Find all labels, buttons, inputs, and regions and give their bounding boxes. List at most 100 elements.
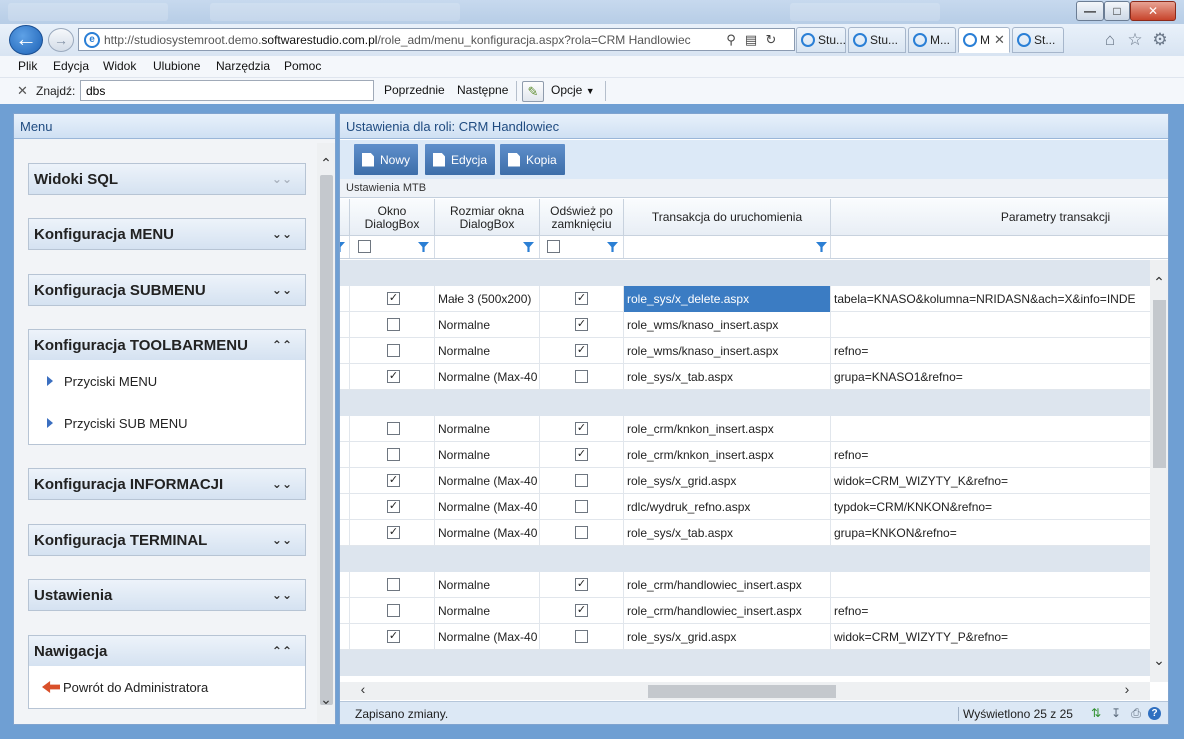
cell-transakcja[interactable]: role_wms/knaso_insert.aspx	[624, 338, 831, 364]
url-text[interactable]: http://studiosystemroot.demo.softwarestu…	[104, 33, 719, 47]
accordion-link[interactable]: Powrót do Administratora	[29, 666, 305, 708]
cell-checkbox[interactable]: ✓	[575, 422, 588, 435]
browser-tab[interactable]: M ✕	[958, 27, 1010, 53]
cell-checkbox[interactable]: ✓	[387, 526, 400, 539]
cell-transakcja[interactable]: role_crm/knkon_insert.aspx	[624, 442, 831, 468]
cell-checkbox[interactable]: ✓	[575, 578, 588, 591]
cell-parametry[interactable]: grupa=KNASO1&refno=	[831, 364, 1150, 390]
menu-item[interactable]: Narzędzia	[216, 59, 270, 73]
cell-transakcja[interactable]: role_crm/handlowiec_insert.aspx	[624, 572, 831, 598]
cell-checkbox[interactable]: ✓	[387, 630, 400, 643]
cell-parametry[interactable]: refno=	[831, 442, 1150, 468]
chevron-right-icon[interactable]: ›	[1118, 681, 1136, 697]
cell-checkbox[interactable]	[387, 344, 400, 357]
cell-checkbox[interactable]	[387, 318, 400, 331]
cell-rozmiar[interactable]: Normalne (Max-40	[435, 364, 540, 390]
accordion-header[interactable]: Widoki SQL ⌄⌄	[29, 164, 305, 194]
menu-item[interactable]: Pomoc	[284, 59, 321, 73]
close-icon[interactable]: ✕	[17, 83, 28, 99]
accordion-header[interactable]: Konfiguracja TERMINAL ⌄⌄	[29, 525, 305, 555]
cell-transakcja[interactable]: role_sys/x_grid.aspx	[624, 624, 831, 650]
table-row[interactable]: ✓ Normalne (Max-40 role_sys/x_tab.aspx grup…	[340, 520, 1150, 546]
filter-icon[interactable]	[418, 242, 429, 252]
cell-transakcja[interactable]: role_sys/x_tab.aspx	[624, 364, 831, 390]
accordion-header[interactable]: Konfiguracja INFORMACJI ⌄⌄	[29, 469, 305, 499]
table-row[interactable]: ✓ Normalne (Max-40 rdlc/wydruk_refno.aspx t…	[340, 494, 1150, 520]
compat-view-icon[interactable]: ▤	[743, 32, 759, 48]
edit-button[interactable]: Edycja	[425, 144, 496, 175]
menu-item[interactable]: Plik	[18, 59, 37, 73]
accordion-header[interactable]: Konfiguracja TOOLBARMENU ⌃⌃	[29, 330, 305, 360]
find-next-button[interactable]: Następne	[457, 83, 508, 97]
scrollbar-thumb[interactable]	[648, 685, 836, 698]
filter-okno-checkbox[interactable]	[358, 240, 371, 253]
cell-checkbox[interactable]	[387, 422, 400, 435]
cell-transakcja[interactable]: role_sys/x_tab.aspx	[624, 520, 831, 546]
cell-rozmiar[interactable]: Normalne	[435, 416, 540, 442]
cell-checkbox[interactable]	[575, 370, 588, 383]
grid-vertical-scrollbar[interactable]: ⌃ ⌄	[1150, 260, 1168, 682]
table-row[interactable]: Normalne ✓ role_wms/knaso_insert.aspx	[340, 312, 1150, 338]
accordion-header[interactable]: Konfiguracja SUBMENU ⌄⌄	[29, 275, 305, 305]
cell-parametry[interactable]: widok=CRM_WIZYTY_P&refno=	[831, 624, 1150, 650]
filter-odswiez-checkbox[interactable]	[547, 240, 560, 253]
maximize-button[interactable]: □	[1104, 1, 1130, 21]
browser-tab[interactable]: St...	[1012, 27, 1064, 53]
scrollbar-thumb[interactable]	[1153, 300, 1166, 468]
cell-checkbox[interactable]: ✓	[575, 292, 588, 305]
cell-transakcja[interactable]: role_wms/knaso_insert.aspx	[624, 312, 831, 338]
cell-rozmiar[interactable]: Normalne (Max-40	[435, 624, 540, 650]
cell-checkbox[interactable]	[387, 578, 400, 591]
menu-item[interactable]: Ulubione	[153, 59, 200, 73]
cell-rozmiar[interactable]: Normalne	[435, 312, 540, 338]
cell-parametry[interactable]: grupa=KNKON&refno=	[831, 520, 1150, 546]
table-row[interactable]: ✓ Normalne (Max-40 role_sys/x_grid.aspx wid…	[340, 624, 1150, 650]
chevron-up-icon[interactable]: ⌃	[317, 155, 335, 172]
table-row[interactable]: Normalne ✓ role_crm/handlowiec_insert.aspx	[340, 572, 1150, 598]
cell-parametry[interactable]: refno=	[831, 598, 1150, 624]
cell-checkbox[interactable]: ✓	[575, 604, 588, 617]
cell-parametry[interactable]: tabela=KNASO&kolumna=NRIDASN&ach=X&info=…	[831, 286, 1150, 312]
cell-checkbox[interactable]: ✓	[575, 318, 588, 331]
header-odswiez[interactable]: Odśwież po zamknięciu	[540, 199, 624, 235]
browser-tab[interactable]: M...	[908, 27, 956, 53]
accordion-header[interactable]: Ustawienia ⌄⌄	[29, 580, 305, 610]
cell-transakcja[interactable]: role_crm/knkon_insert.aspx	[624, 416, 831, 442]
cell-parametry[interactable]: widok=CRM_WIZYTY_K&refno=	[831, 468, 1150, 494]
filter-parametry[interactable]	[831, 236, 1168, 258]
cell-transakcja[interactable]: role_sys/x_grid.aspx	[624, 468, 831, 494]
cell-rozmiar[interactable]: Normalne	[435, 442, 540, 468]
accordion-header[interactable]: Konfiguracja MENU ⌄⌄	[29, 219, 305, 249]
filter-rozmiar[interactable]	[435, 236, 540, 258]
cell-parametry[interactable]: refno=	[831, 338, 1150, 364]
header-transakcja[interactable]: Transakcja do uruchomienia	[624, 199, 831, 235]
accordion-link[interactable]: Przyciski SUB MENU	[29, 402, 305, 444]
chevron-down-icon[interactable]: ⌄	[317, 691, 335, 708]
header-rozmiar[interactable]: Rozmiar okna DialogBox	[435, 199, 540, 235]
cell-checkbox[interactable]	[575, 526, 588, 539]
cell-checkbox[interactable]	[387, 604, 400, 617]
scrollbar-thumb[interactable]	[320, 175, 333, 705]
refresh-icon[interactable]: ↻	[763, 32, 779, 48]
cell-checkbox[interactable]	[575, 474, 588, 487]
new-button[interactable]: Nowy	[354, 144, 419, 175]
table-row[interactable]: ✓ Normalne (Max-40 role_sys/x_tab.aspx grup…	[340, 364, 1150, 390]
chevron-left-icon[interactable]: ‹	[354, 681, 372, 697]
cell-parametry[interactable]: typdok=CRM/KNKON&refno=	[831, 494, 1150, 520]
minimize-button[interactable]: —	[1076, 1, 1104, 21]
cell-checkbox[interactable]: ✓	[387, 500, 400, 513]
cell-transakcja[interactable]: role_crm/handlowiec_insert.aspx	[624, 598, 831, 624]
help-icon[interactable]: ?	[1148, 707, 1161, 720]
menu-item[interactable]: Edycja	[53, 59, 89, 73]
export-icon[interactable]: ↧	[1108, 705, 1124, 721]
search-icon[interactable]: ⚲	[723, 32, 739, 48]
chevron-down-icon[interactable]: ⌄	[1150, 652, 1168, 669]
header-okno[interactable]: Okno DialogBox	[350, 199, 435, 235]
cell-checkbox[interactable]: ✓	[387, 370, 400, 383]
table-row[interactable]: ✓ Małe 3 (500x200) ✓ role_sys/x_delete.aspx…	[340, 286, 1150, 312]
favorites-star-icon[interactable]: ☆	[1125, 30, 1145, 50]
cell-rozmiar[interactable]: Normalne (Max-40	[435, 468, 540, 494]
menu-item[interactable]: Widok	[103, 59, 136, 73]
cell-rozmiar[interactable]: Normalne	[435, 572, 540, 598]
header-parametry[interactable]: Parametry transakcji	[831, 199, 1168, 235]
